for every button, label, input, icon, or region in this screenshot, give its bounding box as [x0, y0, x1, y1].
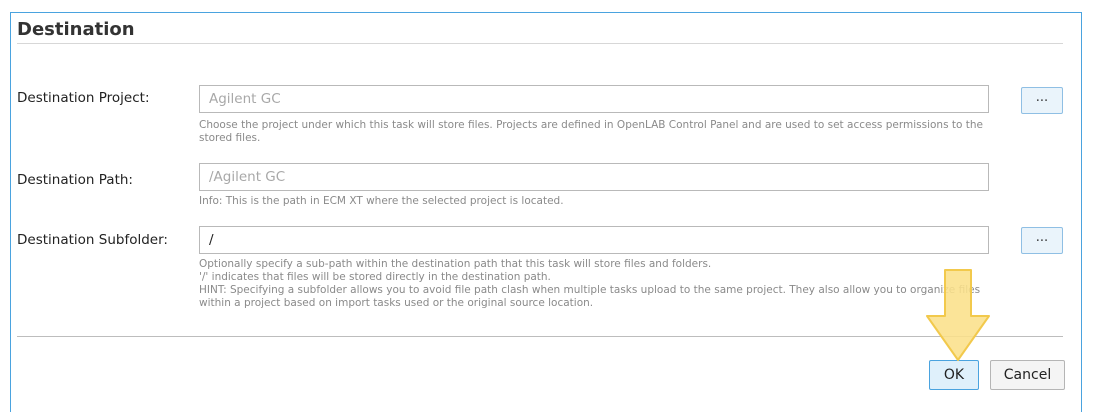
destination-project-browse-button[interactable]: ...: [1021, 87, 1063, 114]
destination-project-label: Destination Project:: [17, 90, 150, 106]
destination-path-help: Info: This is the path in ECM XT where t…: [199, 195, 564, 207]
destination-path-label: Destination Path:: [17, 172, 133, 188]
down-arrow-icon: [926, 269, 990, 361]
destination-panel: [10, 12, 1082, 412]
ok-button[interactable]: OK: [929, 360, 979, 390]
section-title: Destination: [17, 19, 135, 40]
destination-subfolder-help-2: '/' indicates that files will be stored …: [199, 271, 551, 283]
destination-subfolder-browse-button[interactable]: ...: [1021, 227, 1063, 254]
destination-subfolder-field[interactable]: /: [199, 226, 989, 254]
destination-subfolder-help-1: Optionally specify a sub-path within the…: [199, 258, 712, 270]
destination-project-field[interactable]: Agilent GC: [199, 85, 989, 113]
destination-subfolder-help-3: HINT: Specifying a subfolder allows you …: [199, 284, 981, 309]
destination-path-field[interactable]: /Agilent GC: [199, 163, 989, 191]
destination-project-help: Choose the project under which this task…: [199, 119, 983, 144]
footer-divider: [17, 336, 1063, 337]
title-divider: [17, 43, 1063, 44]
destination-subfolder-label: Destination Subfolder:: [17, 232, 168, 248]
cancel-button[interactable]: Cancel: [990, 360, 1065, 390]
